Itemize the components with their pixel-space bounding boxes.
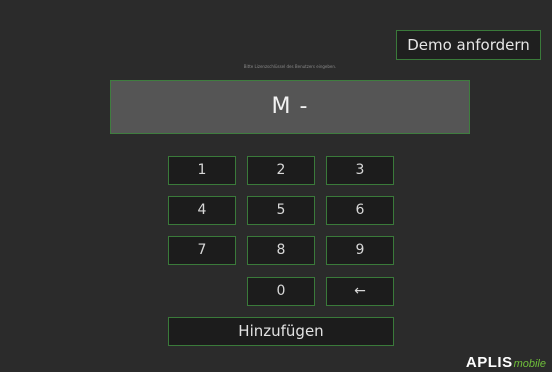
keypad-key-8[interactable]: 8 xyxy=(247,236,315,265)
aplis-mobile-logo: APLISmobile xyxy=(466,354,546,372)
logo-main-text: APLIS xyxy=(465,354,513,371)
backspace-key[interactable]: ← xyxy=(326,277,394,306)
demo-request-button[interactable]: Demo anfordern xyxy=(396,30,541,60)
keypad-key-3[interactable]: 3 xyxy=(326,156,394,185)
add-button[interactable]: Hinzufügen xyxy=(168,317,394,346)
license-key-display: M - xyxy=(110,80,470,134)
keypad-key-1[interactable]: 1 xyxy=(168,156,236,185)
keypad-key-2[interactable]: 2 xyxy=(247,156,315,185)
keypad-key-9[interactable]: 9 xyxy=(326,236,394,265)
keypad-key-0[interactable]: 0 xyxy=(247,277,315,306)
keypad-key-7[interactable]: 7 xyxy=(168,236,236,265)
keypad-key-6[interactable]: 6 xyxy=(326,196,394,225)
keypad-key-5[interactable]: 5 xyxy=(247,196,315,225)
logo-sub-text: mobile xyxy=(513,358,546,370)
keypad-key-4[interactable]: 4 xyxy=(168,196,236,225)
license-key-prompt: Bitte Lizenzschlüssel des Benutzers eing… xyxy=(243,64,337,69)
